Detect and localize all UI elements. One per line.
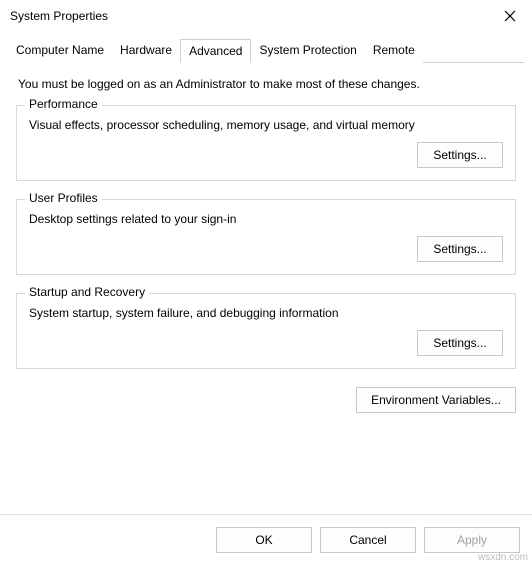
tab-bar: Computer Name Hardware Advanced System P…: [8, 38, 524, 63]
user-profiles-settings-button[interactable]: Settings...: [417, 236, 503, 262]
group-startup-recovery: Startup and Recovery System startup, sys…: [16, 293, 516, 369]
window-title: System Properties: [10, 9, 108, 23]
performance-settings-button[interactable]: Settings...: [417, 142, 503, 168]
ok-button[interactable]: OK: [216, 527, 312, 553]
close-icon: [504, 10, 516, 22]
close-button[interactable]: [496, 2, 524, 30]
group-performance-desc: Visual effects, processor scheduling, me…: [29, 118, 503, 132]
group-user-profiles-desc: Desktop settings related to your sign-in: [29, 212, 503, 226]
environment-variables-button[interactable]: Environment Variables...: [356, 387, 516, 413]
dialog-footer: OK Cancel Apply: [0, 514, 532, 565]
group-user-profiles: User Profiles Desktop settings related t…: [16, 199, 516, 275]
group-startup-title: Startup and Recovery: [25, 285, 149, 299]
tab-remote[interactable]: Remote: [365, 39, 423, 63]
tab-system-protection[interactable]: System Protection: [251, 39, 364, 63]
group-performance-title: Performance: [25, 97, 102, 111]
startup-settings-button[interactable]: Settings...: [417, 330, 503, 356]
titlebar: System Properties: [0, 0, 532, 32]
group-startup-desc: System startup, system failure, and debu…: [29, 306, 503, 320]
tab-computer-name[interactable]: Computer Name: [8, 39, 112, 63]
group-user-profiles-title: User Profiles: [25, 191, 102, 205]
cancel-button[interactable]: Cancel: [320, 527, 416, 553]
tab-advanced[interactable]: Advanced: [180, 39, 251, 63]
tab-hardware[interactable]: Hardware: [112, 39, 180, 63]
group-performance: Performance Visual effects, processor sc…: [16, 105, 516, 181]
dialog-content: Computer Name Hardware Advanced System P…: [0, 32, 532, 413]
apply-button[interactable]: Apply: [424, 527, 520, 553]
